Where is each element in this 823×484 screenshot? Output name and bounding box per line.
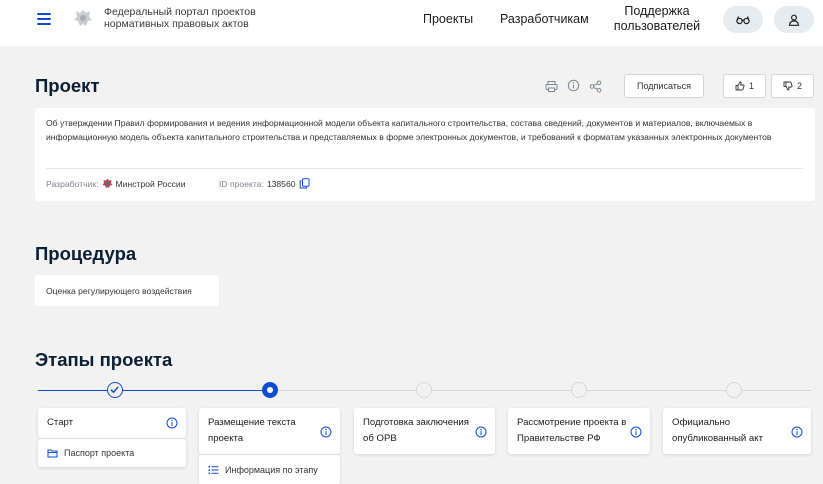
like-button[interactable]: 1: [723, 74, 766, 98]
share-icon[interactable]: [589, 80, 602, 93]
like-count: 1: [748, 81, 754, 91]
dislike-button[interactable]: 2: [771, 74, 814, 98]
info-icon[interactable]: [166, 417, 178, 429]
subscribe-button[interactable]: Подписаться: [624, 74, 704, 98]
stage-dot-pending: [726, 382, 742, 398]
stage-card-orv[interactable]: Подготовка заключения об ОРВ: [354, 408, 495, 454]
project-heading: Проект: [35, 75, 100, 96]
developer-value[interactable]: Минстрой России: [116, 179, 186, 189]
procedure-heading: Процедура: [35, 243, 137, 264]
list-icon: [208, 466, 219, 475]
stage-dot-current: [262, 382, 278, 398]
developer-label: Разработчик:: [46, 178, 99, 189]
card-divider: [46, 168, 803, 169]
user-icon: [788, 14, 800, 26]
top-header: Федеральный портал проектов нормативных …: [0, 0, 823, 46]
info-icon[interactable]: [475, 426, 487, 438]
print-icon[interactable]: [545, 80, 558, 93]
stage-title: Размещение текста проекта: [208, 417, 296, 444]
passport-link[interactable]: Паспорт проекта: [38, 439, 186, 467]
stage-info-label: Информация по этапу: [225, 465, 318, 475]
developer-meta: Разработчик: Минстрой России: [46, 178, 186, 189]
glasses-icon: [736, 15, 750, 24]
stage-dot-pending: [416, 382, 432, 398]
stage-card-current[interactable]: Размещение текста проекта: [199, 408, 340, 454]
progress-track-done: [38, 390, 270, 391]
project-id-label: ID проекта:: [219, 178, 264, 189]
stage-title: Старт: [47, 417, 74, 428]
thumb-up-icon: [735, 81, 745, 91]
coat-of-arms-icon[interactable]: [72, 7, 94, 29]
stage-dot-pending: [571, 382, 587, 398]
menu-icon[interactable]: [37, 13, 51, 25]
info-icon[interactable]: [791, 426, 803, 438]
portal-title[interactable]: Федеральный портал проектов нормативных …: [104, 6, 284, 30]
stage-card-published[interactable]: Официально опубликованный акт: [663, 408, 811, 454]
accessibility-button[interactable]: [723, 6, 763, 33]
folder-icon: [47, 449, 58, 458]
stage-title: Подготовка заключения об ОРВ: [363, 417, 469, 444]
check-icon: [110, 386, 119, 394]
thumb-down-icon: [783, 81, 793, 91]
current-dot-core: [267, 387, 273, 393]
stage-dot-done: [107, 382, 123, 398]
info-icon[interactable]: [630, 426, 642, 438]
stage-info-link[interactable]: Информация по этапу: [199, 455, 340, 484]
nav-developers[interactable]: Разработчикам: [500, 12, 589, 26]
ministry-emblem-icon: [102, 178, 113, 188]
project-description: Об утверждении Правил формирования и вед…: [46, 118, 772, 142]
stage-title: Рассмотрение проекта в Правительстве РФ: [517, 417, 627, 444]
info-icon[interactable]: [567, 79, 580, 92]
dislike-count: 2: [796, 81, 802, 91]
nav-support[interactable]: Поддержка пользователей: [612, 4, 702, 34]
stages-heading: Этапы проекта: [35, 349, 173, 370]
project-id-value: 138560: [266, 178, 296, 189]
stage-card-start[interactable]: Старт: [38, 408, 186, 438]
copy-icon[interactable]: [299, 178, 310, 189]
stage-card-government[interactable]: Рассмотрение проекта в Правительстве РФ: [508, 408, 650, 454]
stage-title: Официально опубликованный акт: [672, 417, 763, 444]
passport-label: Паспорт проекта: [64, 448, 135, 458]
procedure-value: Оценка регулирующего воздействия: [46, 286, 192, 296]
info-icon[interactable]: [320, 426, 332, 438]
project-id-meta: ID проекта: 138560: [219, 178, 310, 189]
nav-projects[interactable]: Проекты: [423, 12, 473, 26]
login-button[interactable]: [774, 6, 814, 33]
subscribe-label: Подписаться: [637, 81, 691, 91]
